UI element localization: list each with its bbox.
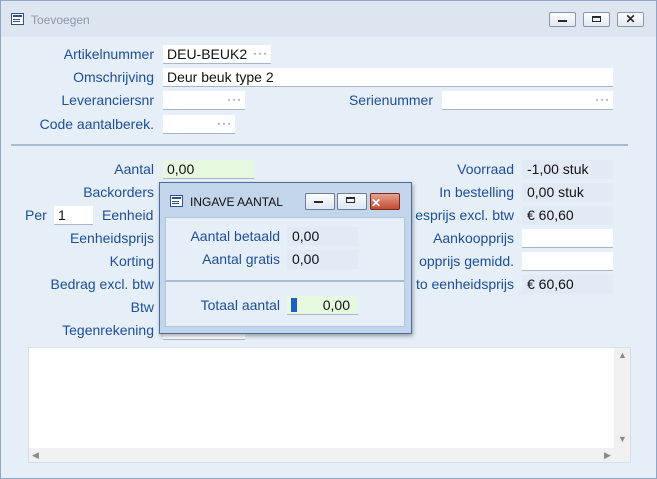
memo-textarea[interactable]: ▲ ▼ ◀ ▶ bbox=[28, 347, 631, 463]
netto-eenheidsprijs-value: € 60,60 bbox=[522, 275, 613, 294]
scroll-up-icon[interactable]: ▲ bbox=[618, 350, 627, 360]
artikelnummer-lookup-button[interactable]: ··· bbox=[253, 45, 268, 61]
dialog-body: Aantal betaald 0,00 Aantal gratis 0,00 T… bbox=[165, 217, 405, 327]
scroll-down-icon[interactable]: ▼ bbox=[618, 434, 627, 444]
aantal-field[interactable]: 0,00 bbox=[163, 160, 254, 179]
per-field[interactable]: 1 bbox=[54, 206, 93, 225]
artikelnummer-label: Artikelnummer bbox=[63, 46, 154, 62]
eenheid-label: Eenheid bbox=[102, 207, 154, 223]
aantal-value: 0,00 bbox=[167, 161, 195, 177]
close-button[interactable]: ✕ bbox=[617, 12, 644, 27]
aantal-betaald-label: Aantal betaald bbox=[190, 228, 280, 244]
dialog-maximize-button[interactable] bbox=[337, 193, 367, 210]
code-aantalberek-lookup-button[interactable]: ··· bbox=[217, 115, 232, 131]
aantal-betaald-value: 0,00 bbox=[287, 227, 358, 246]
dialog-divider bbox=[166, 280, 404, 282]
omschrijving-label: Omschrijving bbox=[73, 69, 154, 85]
scroll-left-icon[interactable]: ◀ bbox=[32, 450, 39, 460]
ingave-aantal-dialog: INGAVE AANTAL ✕ Aantal betaald 0,00 Aant… bbox=[159, 182, 412, 334]
code-aantalberek-label: Code aantalberek. bbox=[39, 116, 154, 132]
artikelnummer-field[interactable]: DEU-BEUK2 ··· bbox=[163, 45, 271, 64]
aantal-label: Aantal bbox=[114, 161, 154, 177]
dialog-app-icon bbox=[170, 195, 183, 207]
leveranciersnr-lookup-button[interactable]: ··· bbox=[227, 91, 242, 107]
per-label: Per bbox=[25, 207, 47, 223]
btw-label: Btw bbox=[130, 299, 154, 315]
serienummer-field[interactable]: ··· bbox=[442, 91, 613, 110]
aankoopprijs-gemidd-field[interactable] bbox=[522, 252, 613, 271]
voorraad-value: -1,00 stuk bbox=[522, 160, 613, 179]
aantal-gratis-value: 0,00 bbox=[287, 250, 358, 269]
serienummer-label: Serienummer bbox=[348, 92, 433, 108]
minimize-button[interactable] bbox=[549, 12, 576, 27]
maximize-button[interactable] bbox=[583, 12, 610, 27]
text-cursor bbox=[291, 298, 297, 312]
tegenrekening-label: Tegenrekening bbox=[62, 322, 154, 338]
window-title: Toevoegen bbox=[31, 13, 90, 27]
app-icon bbox=[11, 13, 24, 25]
totaal-aantal-field[interactable]: 0,00 bbox=[287, 296, 358, 315]
dialog-title: INGAVE AANTAL bbox=[190, 195, 283, 209]
bedrag-excl-btw-label: Bedrag excl. btw bbox=[50, 276, 155, 292]
totaal-aantal-value: 0,00 bbox=[322, 297, 350, 313]
omschrijving-value: Deur beuk type 2 bbox=[167, 69, 274, 85]
dialog-minimize-button[interactable] bbox=[305, 193, 335, 210]
section-divider bbox=[11, 144, 628, 146]
korting-label: Korting bbox=[109, 253, 154, 269]
dialog-close-button[interactable]: ✕ bbox=[370, 193, 400, 210]
per-value: 1 bbox=[58, 207, 66, 223]
scroll-right-icon[interactable]: ▶ bbox=[604, 450, 611, 460]
leveranciersnr-label: Leveranciersnr bbox=[61, 92, 154, 108]
title-bar[interactable]: Toevoegen ✕ bbox=[1, 1, 656, 37]
omschrijving-field[interactable]: Deur beuk type 2 bbox=[163, 68, 613, 87]
verkoopprijs-value: € 60,60 bbox=[522, 206, 613, 225]
in-bestelling-value: 0,00 stuk bbox=[522, 183, 613, 202]
close-icon: ✕ bbox=[371, 196, 382, 210]
aantal-gratis-label: Aantal gratis bbox=[202, 251, 280, 267]
serienummer-lookup-button[interactable]: ··· bbox=[595, 91, 610, 107]
eenheidsprijs-label: Eenheidsprijs bbox=[69, 230, 154, 246]
minimize-icon bbox=[550, 13, 575, 26]
totaal-aantal-label: Totaal aantal bbox=[200, 297, 280, 313]
close-icon: ✕ bbox=[625, 12, 636, 26]
horizontal-scrollbar[interactable]: ◀ ▶ bbox=[29, 448, 630, 462]
aankoopprijs-field[interactable] bbox=[522, 229, 613, 248]
leveranciersnr-field[interactable]: ··· bbox=[163, 91, 245, 110]
main-window: Toevoegen ✕ Artikelnummer DEU-BEUK2 ··· … bbox=[0, 0, 657, 479]
voorraad-label: Voorraad bbox=[457, 161, 514, 177]
code-aantalberek-field[interactable]: ··· bbox=[163, 115, 235, 134]
artikelnummer-value: DEU-BEUK2 bbox=[167, 46, 248, 62]
vertical-scrollbar[interactable]: ▲ ▼ bbox=[614, 348, 630, 448]
maximize-icon bbox=[584, 13, 609, 26]
backorders-label: Backorders bbox=[83, 184, 154, 200]
